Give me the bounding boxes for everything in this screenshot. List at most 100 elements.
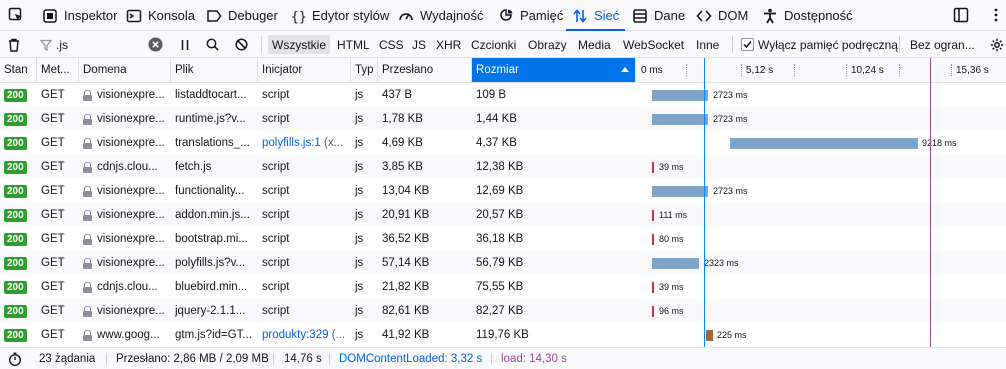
tab-storage[interactable]: Dane bbox=[632, 0, 685, 31]
column-domain[interactable]: Domena bbox=[79, 58, 171, 82]
request-row[interactable]: 200 GET visionexpre... functionality... … bbox=[0, 179, 1006, 203]
column-type[interactable]: Typ bbox=[351, 58, 378, 82]
filter-type-css[interactable]: CSS bbox=[379, 35, 404, 54]
lock-icon bbox=[83, 89, 92, 101]
finish-time: 14,76 s bbox=[284, 353, 322, 365]
pause-icon[interactable] bbox=[180, 31, 190, 58]
element-picker-icon[interactable] bbox=[8, 7, 24, 23]
column-transferred[interactable]: Przesłano bbox=[378, 58, 472, 82]
waterfall-bar bbox=[652, 234, 654, 245]
disable-cache-toggle[interactable]: Wyłącz pamięć podręczną bbox=[741, 31, 898, 58]
performance-analysis-icon[interactable] bbox=[8, 348, 22, 369]
status-badge: 200 bbox=[4, 328, 27, 342]
lock-icon bbox=[83, 257, 92, 269]
domain-text: cdnjs.clou... bbox=[97, 161, 158, 173]
initiator-extra: (... bbox=[331, 329, 346, 341]
filter-type-websocket[interactable]: WebSocket bbox=[623, 35, 684, 54]
settings-gear-icon[interactable] bbox=[990, 31, 1004, 58]
filter-type-js[interactable]: JS bbox=[412, 35, 426, 54]
performance-icon bbox=[398, 8, 414, 24]
request-row[interactable]: 200 GET www.goog... gtm.js?id=GT... prod… bbox=[0, 323, 1006, 347]
filter-type-all[interactable]: Wszystkie bbox=[268, 35, 330, 54]
tab-memory[interactable]: Pamięć bbox=[498, 0, 563, 31]
network-summary-bar: 23 żądania Przesłano: 2,86 MB / 2,09 MB … bbox=[0, 347, 1006, 369]
dock-toggle-icon[interactable] bbox=[953, 7, 969, 23]
status-badge: 200 bbox=[4, 112, 27, 126]
domain-text: visionexpre... bbox=[97, 113, 165, 125]
method-cell: GET bbox=[41, 281, 65, 293]
divider bbox=[732, 36, 733, 53]
clear-requests-icon[interactable] bbox=[7, 31, 21, 58]
filter-type-media[interactable]: Media bbox=[578, 35, 611, 54]
request-row[interactable]: 200 GET cdnjs.clou... fetch.js script js… bbox=[0, 155, 1006, 179]
tab-network[interactable]: Sieć bbox=[565, 0, 626, 31]
domain-text: visionexpre... bbox=[97, 305, 165, 317]
load-line bbox=[930, 58, 931, 347]
type-cell: js bbox=[355, 329, 364, 341]
block-requests-icon[interactable] bbox=[235, 31, 248, 58]
request-row[interactable]: 200 GET visionexpre... bootstrap.mi... s… bbox=[0, 227, 1006, 251]
size-cell: 75,55 KB bbox=[476, 281, 524, 293]
dom-content-loaded-time: DOMContentLoaded: 3,32 s bbox=[339, 353, 483, 365]
request-row[interactable]: 200 GET visionexpre... translations_... … bbox=[0, 131, 1006, 155]
initiator-link[interactable]: polyfills.js:1 bbox=[262, 137, 321, 149]
throttling-select[interactable]: Bez ogran... bbox=[910, 31, 975, 58]
filter-type-fonts[interactable]: Czcionki bbox=[471, 35, 516, 54]
transferred-cell: 20,91 KB bbox=[382, 209, 430, 221]
file-cell: runtime.js?v... bbox=[175, 113, 246, 125]
tab-dom[interactable]: DOM bbox=[696, 0, 748, 31]
tab-inspector[interactable]: Inspektor bbox=[42, 0, 117, 31]
column-file[interactable]: Plik bbox=[171, 58, 258, 82]
divider bbox=[329, 353, 330, 365]
filter-type-html[interactable]: HTML bbox=[337, 35, 370, 54]
tab-console[interactable]: Konsola bbox=[126, 0, 195, 31]
clear-filter-icon[interactable] bbox=[148, 31, 163, 58]
filter-type-images[interactable]: Obrazy bbox=[528, 35, 567, 54]
timing-label: 9218 ms bbox=[922, 138, 957, 148]
tab-debugger[interactable]: Debuger bbox=[206, 0, 278, 31]
dom-icon bbox=[696, 8, 712, 24]
tab-accessibility[interactable]: Dostępność bbox=[762, 0, 853, 31]
search-icon[interactable] bbox=[206, 31, 219, 58]
initiator-cell: script bbox=[258, 203, 351, 227]
devtools-toolbar: Inspektor Konsola Debuger {} Edytor styl… bbox=[0, 0, 1006, 31]
filter-type-xhr[interactable]: XHR bbox=[436, 35, 461, 54]
tab-performance[interactable]: Wydajność bbox=[398, 0, 483, 31]
timing-label: 2723 ms bbox=[713, 90, 748, 100]
timing-label: 2723 ms bbox=[713, 186, 748, 196]
column-method[interactable]: Met... bbox=[37, 58, 79, 82]
tab-style-editor[interactable]: {} Edytor stylów bbox=[290, 0, 389, 31]
column-initiator[interactable]: Inicjator bbox=[258, 58, 351, 82]
request-row[interactable]: 200 GET visionexpre... runtime.js?v... s… bbox=[0, 107, 1006, 131]
initiator-cell: script bbox=[258, 179, 351, 203]
request-count: 23 żądania bbox=[39, 353, 96, 365]
filter-url-input[interactable]: .js bbox=[56, 31, 68, 58]
checkbox-checked-icon[interactable] bbox=[741, 38, 754, 51]
initiator-link[interactable]: produkty:329 bbox=[262, 329, 329, 341]
timeline-tick-line bbox=[741, 64, 742, 76]
filter-type-other[interactable]: Inne bbox=[696, 35, 719, 54]
status-badge: 200 bbox=[4, 208, 27, 222]
transferred-cell: 21,82 KB bbox=[382, 281, 430, 293]
status-badge: 200 bbox=[4, 136, 27, 150]
request-row[interactable]: 200 GET cdnjs.clou... bluebird.min... sc… bbox=[0, 275, 1006, 299]
size-cell: 20,57 KB bbox=[476, 209, 524, 221]
tab-label: DOM bbox=[718, 8, 749, 23]
file-cell: bootstrap.mi... bbox=[175, 233, 248, 245]
request-row[interactable]: 200 GET visionexpre... addon.min.js... s… bbox=[0, 203, 1006, 227]
request-row[interactable]: 200 GET visionexpre... listaddtocart... … bbox=[0, 83, 1006, 107]
more-options-icon[interactable] bbox=[988, 7, 1004, 23]
domain-text: www.goog... bbox=[97, 329, 160, 341]
tab-label: Inspektor bbox=[64, 8, 118, 23]
column-status[interactable]: Stan bbox=[0, 58, 37, 82]
size-cell: 36,18 KB bbox=[476, 233, 524, 245]
request-row[interactable]: 200 GET visionexpre... polyfills.js?v...… bbox=[0, 251, 1006, 275]
domain-text: visionexpre... bbox=[97, 209, 165, 221]
request-row[interactable]: 200 GET visionexpre... jquery-2.1.1... s… bbox=[0, 299, 1006, 323]
type-cell: js bbox=[355, 305, 364, 317]
column-size[interactable]: Rozmiar bbox=[472, 58, 636, 82]
domain-cell: visionexpre... bbox=[79, 131, 171, 155]
waterfall-bar bbox=[652, 186, 708, 197]
domain-cell: visionexpre... bbox=[79, 83, 171, 107]
size-cell: 12,69 KB bbox=[476, 185, 524, 197]
